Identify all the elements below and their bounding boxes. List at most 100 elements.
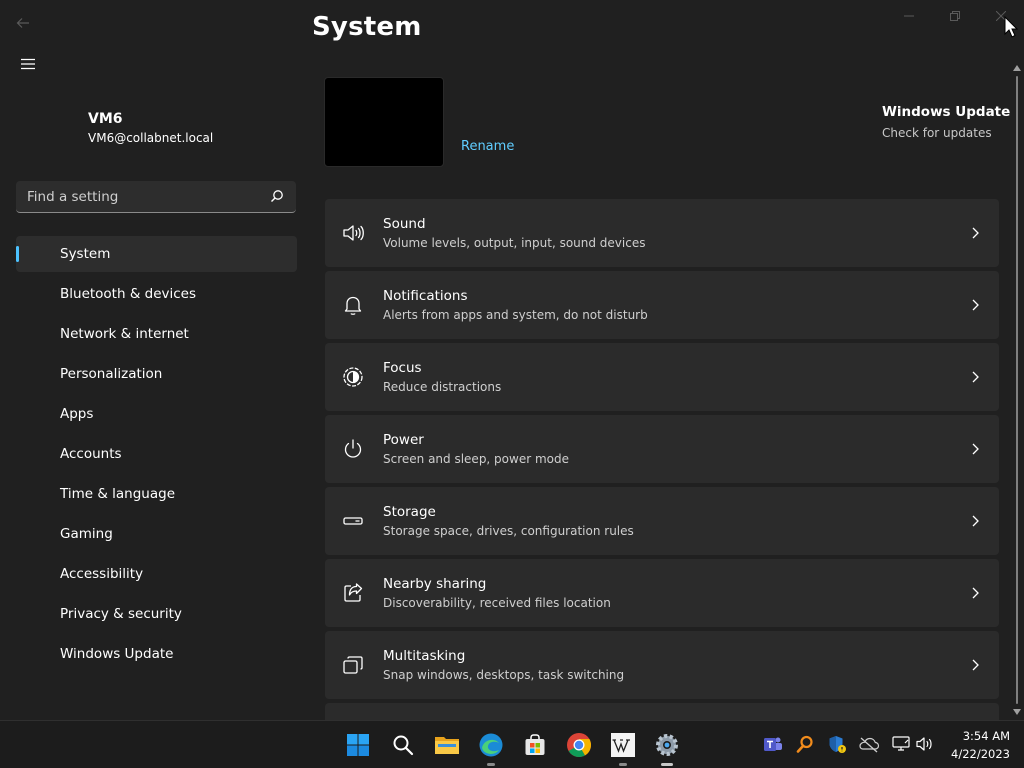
card-partial[interactable]: [325, 703, 999, 720]
sidebar-item-personalization[interactable]: Personalization: [16, 356, 297, 392]
sidebar-item-label: Bluetooth & devices: [60, 286, 197, 302]
sidebar-item-label: Privacy & security: [60, 606, 182, 622]
card-subtitle: Alerts from apps and system, do not dist…: [383, 308, 648, 322]
taskbar-search-button[interactable]: [387, 729, 419, 761]
search-icon[interactable]: [270, 189, 284, 203]
sidebar-item-time-language[interactable]: Time & language: [16, 476, 297, 512]
power-icon: [344, 439, 362, 458]
store-button[interactable]: [519, 729, 551, 761]
rename-link[interactable]: Rename: [461, 139, 514, 154]
account-name: VM6: [88, 111, 123, 127]
chrome-icon: [567, 733, 592, 758]
back-button[interactable]: [10, 10, 36, 36]
onedrive-icon: [859, 737, 880, 753]
sidebar-item-system[interactable]: System: [16, 236, 297, 272]
speaker-icon: [343, 225, 364, 241]
sidebar-item-label: Apps: [60, 406, 94, 422]
minimize-button[interactable]: [886, 2, 932, 30]
card-title: Multitasking: [383, 648, 466, 664]
sidebar-item-network-internet[interactable]: Network & internet: [16, 316, 297, 352]
sidebar-item-accounts[interactable]: Accounts: [16, 436, 297, 472]
onedrive-tray-button[interactable]: [858, 733, 880, 755]
sidebar-item-privacy-security[interactable]: Privacy & security: [16, 596, 297, 632]
restore-icon: [950, 11, 960, 21]
card-nearby-sharing[interactable]: Nearby sharing Discoverability, received…: [325, 559, 999, 627]
card-title: Sound: [383, 216, 426, 232]
settings-list: Sound Volume levels, output, input, soun…: [325, 199, 999, 720]
settings-icon: [656, 734, 678, 756]
running-indicator: [487, 763, 495, 766]
active-indicator: [661, 763, 673, 766]
navigation-menu-button[interactable]: [14, 52, 42, 76]
clock-date[interactable]: 4/22/2023: [944, 747, 1010, 761]
scroll-up-icon[interactable]: [1013, 64, 1021, 72]
device-thumbnail: [324, 77, 444, 167]
volume-tray-button[interactable]: [914, 733, 936, 755]
card-notifications[interactable]: Notifications Alerts from apps and syste…: [325, 271, 999, 339]
card-focus[interactable]: Focus Reduce distractions: [325, 343, 999, 411]
network-tray-button[interactable]: [890, 733, 912, 755]
search-icon: [393, 735, 414, 756]
sidebar-item-label: Network & internet: [60, 326, 189, 342]
sidebar-item-windows-update[interactable]: Windows Update: [16, 636, 297, 672]
sidebar-item-label: Gaming: [60, 526, 113, 542]
card-subtitle: Discoverability, received files location: [383, 596, 611, 610]
storage-icon: [343, 517, 363, 525]
teams-tray-button[interactable]: [762, 733, 784, 755]
start-button[interactable]: [342, 729, 374, 761]
file-explorer-button[interactable]: [431, 729, 463, 761]
card-title: Nearby sharing: [383, 576, 487, 592]
wikipedia-button[interactable]: [607, 729, 639, 766]
teams-icon: [764, 737, 782, 751]
edge-button[interactable]: [475, 729, 507, 766]
scroll-down-icon[interactable]: [1013, 708, 1021, 716]
running-indicator: [619, 763, 627, 766]
clock-time[interactable]: 3:54 AM: [944, 729, 1010, 743]
sidebar-item-label: Windows Update: [60, 646, 174, 662]
security-tray-button[interactable]: [826, 733, 848, 755]
share-icon: [344, 583, 363, 602]
taskbar: 3:54 AM 4/22/2023: [0, 720, 1024, 768]
chrome-button[interactable]: [563, 729, 595, 761]
bell-icon: [344, 296, 362, 315]
card-subtitle: Reduce distractions: [383, 380, 502, 394]
chevron-right-icon: [972, 659, 979, 671]
card-power[interactable]: Power Screen and sleep, power mode: [325, 415, 999, 483]
magnifier-icon: [796, 735, 813, 753]
account-email: VM6@collabnet.local: [88, 131, 214, 145]
defender-icon: [829, 736, 846, 753]
scroll-thumb[interactable]: [1016, 76, 1018, 704]
card-multitasking[interactable]: Multitasking Snap windows, desktops, tas…: [325, 631, 999, 699]
sidebar-item-gaming[interactable]: Gaming: [16, 516, 297, 552]
maximize-button[interactable]: [932, 2, 978, 30]
network-icon: [892, 736, 910, 751]
store-icon: [525, 734, 545, 755]
chevron-right-icon: [972, 515, 979, 527]
wikipedia-icon: [611, 733, 635, 757]
windows-update-title[interactable]: Windows Update: [882, 104, 1010, 120]
card-title: Power: [383, 432, 424, 448]
card-subtitle: Volume levels, output, input, sound devi…: [383, 236, 646, 250]
hamburger-icon: [21, 58, 35, 70]
minimize-icon: [904, 15, 914, 17]
sidebar-item-label: Personalization: [60, 366, 163, 382]
scrollbar[interactable]: [1010, 62, 1024, 718]
search-box[interactable]: [16, 181, 296, 213]
card-sound[interactable]: Sound Volume levels, output, input, soun…: [325, 199, 999, 267]
windows-update-subtitle: Check for updates: [882, 126, 992, 140]
settings-button[interactable]: [651, 729, 683, 766]
card-storage[interactable]: Storage Storage space, drives, configura…: [325, 487, 999, 555]
chevron-right-icon: [972, 587, 979, 599]
search-input[interactable]: [16, 181, 256, 212]
sidebar-item-accessibility[interactable]: Accessibility: [16, 556, 297, 592]
card-title: Notifications: [383, 288, 468, 304]
volume-icon: [916, 737, 932, 751]
chevron-right-icon: [972, 299, 979, 311]
settings-window: System VM6 VM6@collabnet.local System Bl…: [0, 0, 1024, 720]
magnifier-tray-button[interactable]: [794, 733, 816, 755]
sidebar-item-label: System: [60, 246, 111, 262]
chevron-right-icon: [972, 443, 979, 455]
edge-icon: [479, 733, 503, 757]
sidebar-item-bluetooth-devices[interactable]: Bluetooth & devices: [16, 276, 297, 312]
sidebar-item-apps[interactable]: Apps: [16, 396, 297, 432]
